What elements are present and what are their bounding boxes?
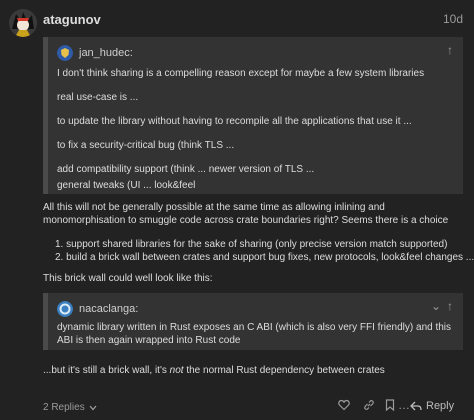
quote-author[interactable]: nacaclanga: (79, 303, 138, 315)
quote-line: add compatibility support (think ... new… (57, 164, 315, 175)
quote-line: to fix a security-critical bug (think TL… (57, 140, 235, 151)
more-icon[interactable]: … (398, 398, 410, 412)
quote-author[interactable]: jan_hudec: (79, 47, 133, 59)
shield-avatar-icon[interactable] (57, 45, 73, 61)
quote-header: jan_hudec: (57, 44, 133, 62)
quote-jan-hudec: jan_hudec: ↑ I don't think sharing is a … (43, 37, 463, 194)
reply-icon (410, 401, 422, 411)
post-author[interactable]: atagunov (43, 12, 101, 27)
quote-line: real use-case is ... (57, 92, 139, 103)
link-icon[interactable] (363, 399, 375, 414)
quote-actions: ↑ (447, 43, 453, 57)
reply-label: Reply (426, 400, 455, 412)
arrow-up-icon[interactable]: ↑ (447, 43, 453, 57)
heart-icon[interactable] (338, 399, 350, 414)
chevron-down-icon[interactable]: ⌄ (431, 299, 441, 313)
paragraph: This brick wall could well look like thi… (43, 273, 213, 284)
author-avatar[interactable] (9, 9, 37, 37)
quote-line: general tweaks (UI ... look&feel (57, 180, 196, 191)
chevron-down-icon (89, 405, 97, 410)
closing-text: the normal Rust dependency between crate… (183, 365, 385, 376)
paragraph: All this will not be generally possible … (43, 202, 449, 226)
list-item: 2. build a brick wall between crates and… (55, 252, 474, 263)
replies-label: 2 Replies (43, 402, 85, 413)
quote-line: I don't think sharing is a compelling re… (57, 68, 425, 79)
quote-text: dynamic library written in Rust exposes … (57, 322, 452, 346)
ring-avatar-icon[interactable] (57, 301, 73, 317)
quote-header: nacaclanga: (57, 300, 138, 318)
post-date[interactable]: 10d (443, 12, 463, 26)
reply-button[interactable]: Reply (410, 400, 454, 412)
arrow-up-icon[interactable]: ↑ (447, 299, 453, 313)
replies-toggle[interactable]: 2 Replies (43, 402, 97, 413)
closing-text: ...but it's still a brick wall, it's (43, 365, 170, 376)
quote-nacaclanga: nacaclanga: ⌄ ↑ dynamic library written … (43, 293, 463, 350)
closing-paragraph: ...but it's still a brick wall, it's not… (43, 364, 463, 377)
quote-line: to update the library without having to … (57, 116, 412, 127)
post: atagunov 10d jan_hudec: ↑ I don't think … (0, 0, 474, 420)
anime-character-avatar-icon (9, 9, 37, 37)
bookmark-icon[interactable] (385, 399, 395, 414)
quote-actions: ⌄ ↑ (431, 299, 453, 313)
list-item: 1. support shared libraries for the sake… (55, 239, 448, 250)
closing-emphasis: not (169, 365, 184, 376)
